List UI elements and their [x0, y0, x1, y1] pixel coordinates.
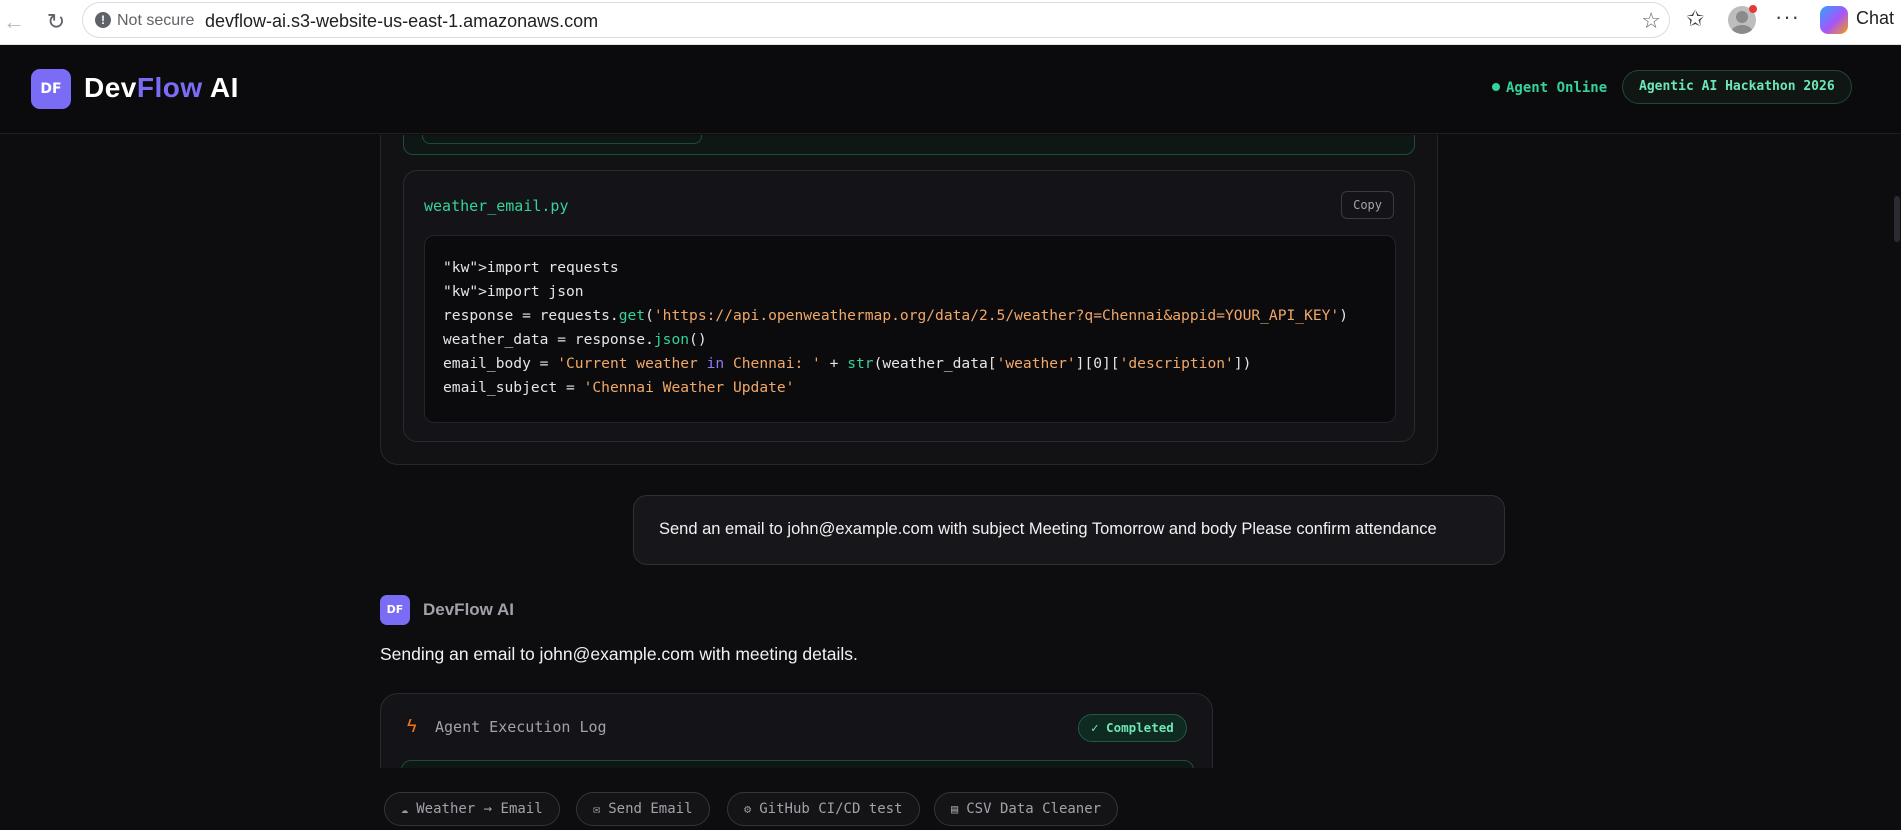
agent-status: Agent Online	[1492, 80, 1607, 96]
security-label: Not secure	[117, 12, 195, 29]
code-line: response = requests.get('https://api.ope…	[443, 307, 1349, 324]
mail-icon: ✉	[593, 802, 601, 816]
code-line: "kw">import requests	[443, 259, 619, 276]
code-line: weather_data = response.json()	[443, 331, 707, 348]
chip-label: Send Email	[608, 801, 693, 817]
quick-action-csv-cleaner[interactable]: ▤ CSV Data Cleaner	[934, 792, 1119, 826]
chip-label: GitHub CI/CD test	[759, 801, 903, 817]
code-line: email_subject = 'Chennai Weather Update'	[443, 379, 795, 396]
quick-action-weather-email[interactable]: ☁ Weather → Email	[384, 792, 560, 826]
ai-message-text: Sending an email to john@example.com wit…	[380, 644, 858, 664]
code-filename: weather_email.py	[424, 197, 569, 215]
ai-avatar: DF	[380, 595, 410, 625]
status-badge: ✓ Completed	[1078, 714, 1187, 742]
quick-action-send-email[interactable]: ✉ Send Email	[576, 792, 710, 826]
code-line: email_body = 'Current weather in Chennai…	[443, 355, 1252, 372]
brand-dev: Dev	[84, 72, 137, 103]
execution-log-title: Agent Execution Log	[435, 718, 607, 736]
more-icon[interactable]: ···	[1775, 4, 1800, 30]
warning-icon: !	[95, 12, 111, 28]
chat-area[interactable]: weather_email.py Copy "kw">import reques…	[0, 135, 1901, 830]
copy-button[interactable]: Copy	[1341, 191, 1394, 219]
bolt-icon: ϟ	[407, 716, 417, 736]
user-message-text: Send an email to john@example.com with s…	[659, 520, 1437, 538]
status-dot-icon	[1492, 83, 1500, 91]
reload-icon[interactable]: ↻	[42, 8, 70, 36]
agent-status-text: Agent Online	[1506, 80, 1608, 96]
scrollbar-thumb[interactable]	[1894, 196, 1900, 242]
copilot-icon[interactable]	[1820, 6, 1848, 34]
brand-ai: AI	[202, 72, 239, 103]
previous-log-card	[403, 135, 1415, 155]
logo-icon[interactable]: DF	[31, 69, 71, 109]
document-icon: ▤	[951, 802, 959, 816]
back-icon[interactable]: ←	[0, 8, 28, 36]
star-icon[interactable]: ☆	[1641, 8, 1661, 34]
chip-label: CSV Data Cleaner	[966, 801, 1102, 817]
app-header: DF DevFlow AI Agent Online Agentic AI Ha…	[0, 46, 1901, 134]
notification-dot	[1749, 5, 1757, 13]
hackathon-badge: Agentic AI Hackathon 2026	[1622, 70, 1852, 104]
code-line: "kw">import json	[443, 283, 584, 300]
address-bar[interactable]: ! Not secure devflow-ai.s3-website-us-ea…	[82, 2, 1670, 38]
chat-button[interactable]: Chat	[1856, 8, 1894, 29]
code-block[interactable]: "kw">import requests "kw">import json resp…	[424, 235, 1396, 423]
brand-flow: Flow	[136, 72, 203, 103]
cloud-icon: ☁	[401, 802, 409, 816]
brand-name[interactable]: DevFlow AI	[84, 72, 239, 104]
browser-toolbar: ← ↻ ! Not secure devflow-ai.s3-website-u…	[0, 0, 1901, 45]
gear-icon: ⚙	[744, 802, 752, 816]
url-text[interactable]: devflow-ai.s3-website-us-east-1.amazonaw…	[205, 11, 598, 32]
favorites-icon[interactable]: ✩	[1686, 6, 1704, 32]
user-message: Send an email to john@example.com with s…	[633, 495, 1505, 565]
code-card: weather_email.py Copy "kw">import reques…	[403, 170, 1415, 442]
chip-label: Weather → Email	[416, 801, 543, 817]
ai-name: DevFlow AI	[423, 600, 514, 619]
quick-action-github-cicd[interactable]: ⚙ GitHub CI/CD test	[727, 792, 920, 826]
quick-actions-bar: ☁ Weather → Email ✉ Send Email ⚙ GitHub CI/…	[0, 768, 1901, 830]
